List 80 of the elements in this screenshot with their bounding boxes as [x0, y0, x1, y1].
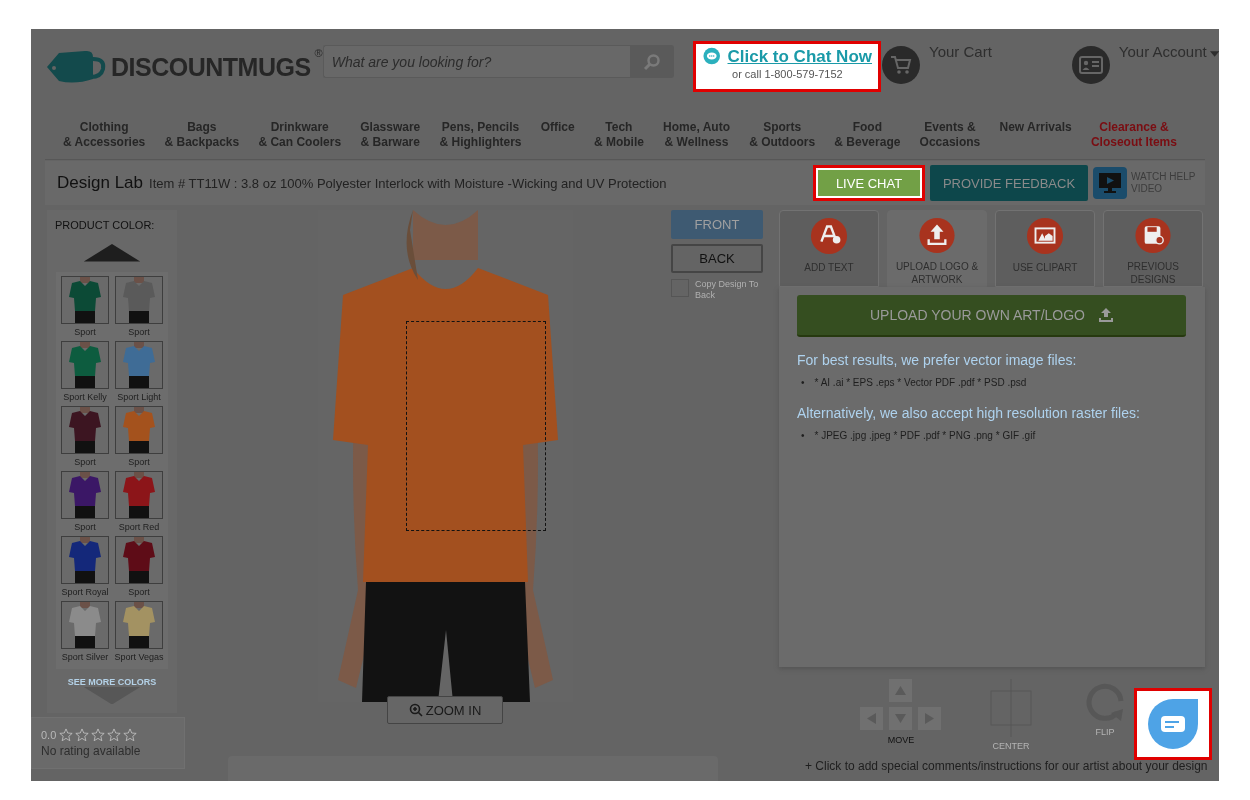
- caret-icon: [1209, 51, 1219, 57]
- swatch-label: Sport: [128, 325, 150, 339]
- swatch-label: Sport Silver: [61, 650, 109, 664]
- color-swatch[interactable]: [61, 535, 109, 584]
- color-swatch[interactable]: [115, 405, 163, 454]
- file-types-text: * JPEG .jpg .jpeg * PDF .pdf * PNG .png * GIF .gif: [814, 429, 1036, 443]
- swatch-label: Sport Kelly: [63, 390, 107, 404]
- registered-mark: ®: [314, 47, 323, 59]
- swatch-label: Sport Red: [118, 520, 160, 534]
- live-chat-button[interactable]: LIVE CHAT: [813, 165, 925, 201]
- color-swatch[interactable]: [115, 600, 163, 649]
- bullet-mark: •: [801, 376, 805, 390]
- search-icon: [643, 52, 661, 71]
- chat-bubble-icon: [702, 47, 722, 67]
- monitor-icon[interactable]: [1093, 167, 1127, 199]
- color-swatch[interactable]: [61, 275, 109, 324]
- chat-link[interactable]: Click to Chat Now: [727, 47, 872, 67]
- logo-text[interactable]: DISCOUNTMUGS: [111, 52, 311, 82]
- nav-link[interactable]: Glassware & Barware: [360, 120, 421, 150]
- control-label: CENTER: [992, 741, 1030, 751]
- section-heading: Alternatively, we also accept high resolution raster files:: [797, 405, 1141, 421]
- swatch-label: Sport: [74, 520, 96, 534]
- cart-icon[interactable]: [882, 46, 920, 84]
- rating-score: 0.0: [41, 729, 57, 741]
- front-button[interactable]: FRONT: [671, 210, 763, 239]
- back-button[interactable]: BACK: [671, 244, 763, 273]
- checkbox-label: Copy Design To Back: [695, 279, 760, 301]
- swatch-label: Sport: [74, 325, 96, 339]
- section-heading: For best results, we prefer vector image files:: [797, 352, 1078, 368]
- swatch-label: Sport Light: [117, 390, 161, 404]
- rating-text: No rating available: [41, 744, 142, 758]
- swatch-label: Sport: [128, 455, 150, 469]
- nav-link[interactable]: Home, Auto & Wellness: [663, 120, 730, 150]
- nav-link[interactable]: New Arrivals: [999, 120, 1072, 150]
- swatch-label: Sport Vegas: [114, 650, 164, 664]
- color-swatch[interactable]: [61, 405, 109, 454]
- scroll-up-arrow-icon[interactable]: [83, 244, 141, 262]
- nav-link[interactable]: Office: [540, 120, 575, 150]
- color-swatch[interactable]: [61, 470, 109, 519]
- nav-link[interactable]: Clearance & Closeout Items: [1090, 120, 1177, 150]
- color-swatch[interactable]: [115, 275, 163, 324]
- color-swatch[interactable]: [115, 470, 163, 519]
- nav-link[interactable]: Events & Occasions: [919, 120, 981, 150]
- swatch-label: Sport: [74, 455, 96, 469]
- nav-link[interactable]: Bags & Backpacks: [164, 120, 240, 150]
- zoom-in-button[interactable]: ZOOM IN: [387, 696, 503, 724]
- zoom-in-icon: [408, 703, 423, 717]
- nav-link[interactable]: Clothing & Accessories: [63, 120, 146, 150]
- design-lab-title: Design Lab: [57, 173, 143, 193]
- text-icon: [810, 217, 848, 255]
- feedback-button[interactable]: PROVIDE FEEDBACK: [930, 165, 1088, 201]
- product-color-heading: PRODUCT COLOR:: [55, 219, 155, 231]
- control-label: MOVE: [887, 735, 915, 745]
- color-swatch[interactable]: [115, 535, 163, 584]
- nav-link[interactable]: Sports & Outdoors: [749, 120, 816, 150]
- upload-icon: [1099, 308, 1113, 322]
- file-types-text: * AI .ai * EPS .eps * Vector PDF .pdf * PSD .psd: [814, 376, 1027, 390]
- search-field[interactable]: What are you looking for?: [322, 45, 630, 78]
- item-description: Item # TT11W : 3.8 oz 100% Polyester Interlock with Moisture -Wicking and UV Protection: [149, 175, 668, 191]
- color-swatch[interactable]: [61, 340, 109, 389]
- color-swatch[interactable]: [61, 600, 109, 649]
- nav-link[interactable]: Tech & Mobile: [593, 120, 644, 150]
- nav-link[interactable]: Drinkware & Can Coolers: [258, 120, 342, 150]
- upload-icon: [918, 217, 956, 254]
- account-icon[interactable]: [1071, 46, 1110, 84]
- nav-link[interactable]: Pens, Pencils & Highlighters: [439, 120, 522, 150]
- tool-tab[interactable]: UPLOAD LOGO & ARTWORK: [887, 210, 987, 287]
- swatch-label: Sport: [128, 585, 150, 599]
- chat-widget-button[interactable]: [1134, 688, 1212, 760]
- bullet-mark: •: [801, 429, 805, 443]
- see-more-colors-link[interactable]: SEE MORE COLORS: [67, 676, 157, 687]
- image-icon: [1026, 217, 1064, 255]
- comments-link[interactable]: + Click to add special comments/instructions for our artist about your design: [805, 759, 1205, 773]
- save-icon: [1134, 217, 1172, 254]
- control-label: FLIP: [1095, 727, 1115, 737]
- upload-button[interactable]: UPLOAD YOUR OWN ART/LOGO: [797, 295, 1186, 337]
- nav-link[interactable]: Food & Beverage: [834, 120, 901, 150]
- color-swatch[interactable]: [115, 340, 163, 389]
- phone-text: or call 1-800-579-7152: [731, 68, 844, 80]
- swatch-label: Sport Royal: [61, 585, 109, 599]
